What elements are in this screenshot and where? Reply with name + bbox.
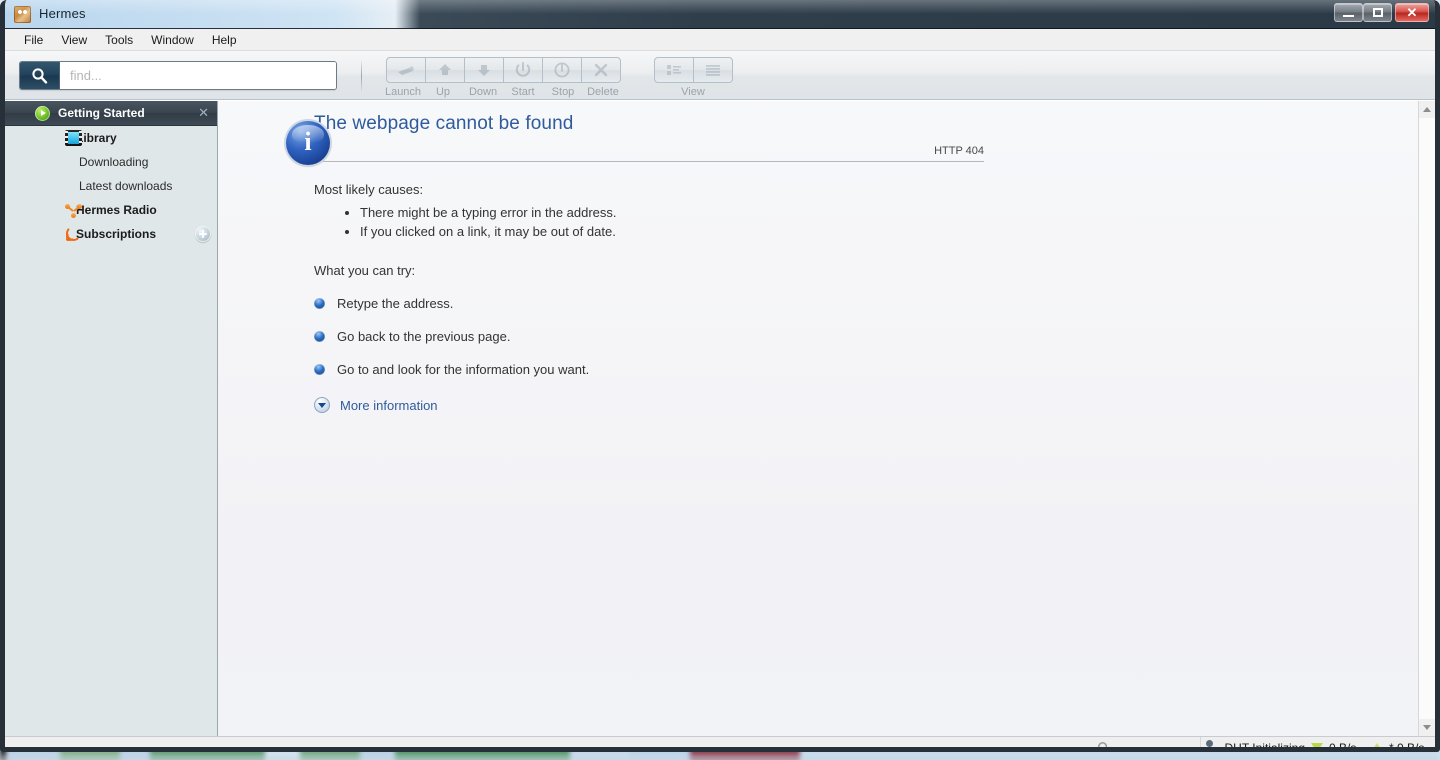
scroll-down-arrow[interactable] bbox=[1419, 719, 1435, 736]
stop-label: Stop bbox=[551, 86, 575, 98]
try-heading: What you can try: bbox=[314, 263, 416, 278]
stop-button[interactable] bbox=[541, 57, 582, 83]
detail-view-button[interactable] bbox=[692, 57, 733, 83]
background-window-glow bbox=[0, 754, 1440, 760]
info-glyph: i bbox=[304, 127, 312, 156]
delete-label: Delete bbox=[587, 86, 619, 98]
restore-button[interactable] bbox=[1363, 3, 1392, 22]
more-information-label: More information bbox=[340, 397, 438, 413]
sidebar-item-subscriptions[interactable]: Subscriptions bbox=[5, 222, 217, 246]
more-information-toggle[interactable]: More information bbox=[314, 397, 1378, 413]
bullet-icon bbox=[314, 298, 325, 309]
minimize-icon bbox=[1343, 14, 1354, 17]
sidebar-item-latest-downloads[interactable]: Latest downloads bbox=[5, 174, 217, 198]
minimize-button[interactable] bbox=[1334, 3, 1363, 22]
sidebar-item-label: Library bbox=[76, 131, 117, 145]
toolbar-separator bbox=[361, 59, 362, 93]
try-item-label: Go back to the previous page. bbox=[337, 329, 511, 344]
try-item-retype[interactable]: Retype the address. bbox=[314, 296, 1378, 311]
try-item-label: Retype the address. bbox=[337, 296, 454, 311]
info-icon: i bbox=[286, 121, 330, 165]
page-title: The webpage cannot be found bbox=[314, 113, 574, 134]
status-left-pane bbox=[5, 737, 1201, 747]
rss-icon bbox=[65, 226, 82, 242]
upload-rate: * 0 B/s bbox=[1389, 740, 1425, 752]
add-subscription-button[interactable] bbox=[195, 226, 211, 242]
window-title: Hermes bbox=[39, 6, 86, 21]
error-page: i The webpage cannot be found HTTP 404 M… bbox=[286, 113, 1378, 413]
sidebar-item-label: Hermes Radio bbox=[76, 203, 157, 217]
search-icon[interactable] bbox=[1097, 741, 1111, 747]
window-body: Getting Started ✕ Library Downloading La… bbox=[5, 100, 1435, 736]
view-group-label: View bbox=[681, 86, 705, 98]
http-code-row: HTTP 404 bbox=[314, 141, 984, 162]
toolbar-group-transfer: Launch Up Down Start Stop Delete bbox=[383, 57, 623, 98]
try-item-go-to[interactable]: Go to and look for the information you w… bbox=[314, 362, 1378, 377]
toolbar-group-view: View bbox=[653, 57, 733, 98]
close-icon[interactable]: ✕ bbox=[198, 105, 209, 121]
sidebar-item-label: Downloading bbox=[79, 155, 149, 169]
try-item-go-back[interactable]: Go back to the previous page. bbox=[314, 329, 1378, 344]
sidebar-item-downloading[interactable]: Downloading bbox=[5, 150, 217, 174]
menu-window[interactable]: Window bbox=[142, 31, 203, 49]
menu-tools[interactable]: Tools bbox=[96, 31, 142, 49]
launch-button[interactable] bbox=[385, 57, 426, 83]
start-button[interactable] bbox=[502, 57, 543, 83]
bullet-icon bbox=[314, 331, 325, 342]
close-button[interactable]: ✕ bbox=[1395, 3, 1429, 22]
sidebar-item-label: Latest downloads bbox=[79, 179, 173, 193]
list-item: There might be a typing error in the add… bbox=[360, 203, 1378, 222]
hermes-main-window: Hermes ✕ File View Tools Window Help fin… bbox=[0, 0, 1440, 752]
sidebar-item-library[interactable]: Library bbox=[5, 126, 217, 150]
restore-icon bbox=[1372, 8, 1383, 17]
http-status-code: HTTP 404 bbox=[934, 145, 984, 157]
scroll-up-arrow[interactable] bbox=[1419, 101, 1435, 118]
bullet-icon bbox=[314, 364, 325, 375]
move-down-button[interactable] bbox=[463, 57, 504, 83]
scrollbar-track[interactable] bbox=[1419, 118, 1435, 719]
status-bar: DHT Initializing 0 B/s * 0 B/s bbox=[5, 736, 1435, 752]
try-item-label: Go to and look for the information you w… bbox=[337, 362, 590, 377]
dht-status-label: DHT Initializing bbox=[1224, 740, 1305, 752]
radio-icon bbox=[65, 202, 82, 218]
download-triangle-icon bbox=[1311, 743, 1323, 747]
vertical-scrollbar[interactable] bbox=[1418, 101, 1435, 736]
sidebar-item-label: Subscriptions bbox=[76, 227, 157, 241]
menu-help[interactable]: Help bbox=[203, 31, 246, 49]
getting-started-label: Getting Started bbox=[58, 106, 145, 120]
start-label: Start bbox=[511, 86, 535, 98]
menu-view[interactable]: View bbox=[52, 31, 96, 49]
menu-bar: File View Tools Window Help bbox=[5, 29, 1435, 51]
download-rate: 0 B/s bbox=[1329, 740, 1357, 752]
upload-triangle-icon bbox=[1371, 743, 1383, 747]
close-icon: ✕ bbox=[1406, 4, 1418, 20]
title-bar[interactable]: Hermes ✕ bbox=[5, 0, 1435, 29]
launch-label: Launch bbox=[384, 86, 422, 98]
fox-app-icon bbox=[14, 6, 31, 23]
green-arrow-icon bbox=[35, 105, 50, 121]
library-icon bbox=[65, 130, 82, 146]
causes-list: There might be a typing error in the add… bbox=[346, 203, 1378, 241]
move-down-label: Down bbox=[468, 86, 498, 98]
sidebar: Getting Started ✕ Library Downloading La… bbox=[5, 101, 218, 736]
search-box[interactable] bbox=[19, 61, 337, 90]
move-up-label: Up bbox=[435, 86, 451, 98]
toolbar: Launch Up Down Start Stop Delete bbox=[5, 51, 1435, 100]
delete-button[interactable] bbox=[580, 57, 621, 83]
move-up-button[interactable] bbox=[424, 57, 465, 83]
list-view-button[interactable] bbox=[653, 57, 694, 83]
getting-started-header[interactable]: Getting Started ✕ bbox=[5, 101, 217, 126]
peer-icon bbox=[1201, 740, 1217, 747]
causes-heading: Most likely causes: bbox=[314, 182, 424, 197]
list-item: If you clicked on a link, it may be out … bbox=[360, 222, 1378, 241]
menu-file[interactable]: File bbox=[15, 31, 52, 49]
status-right-pane: DHT Initializing 0 B/s * 0 B/s bbox=[1201, 740, 1435, 752]
sidebar-item-hermes-radio[interactable]: Hermes Radio bbox=[5, 198, 217, 222]
search-icon[interactable] bbox=[20, 62, 60, 89]
content-area: i The webpage cannot be found HTTP 404 M… bbox=[218, 101, 1418, 736]
chevron-down-icon bbox=[314, 397, 330, 413]
search-input[interactable] bbox=[60, 62, 336, 89]
